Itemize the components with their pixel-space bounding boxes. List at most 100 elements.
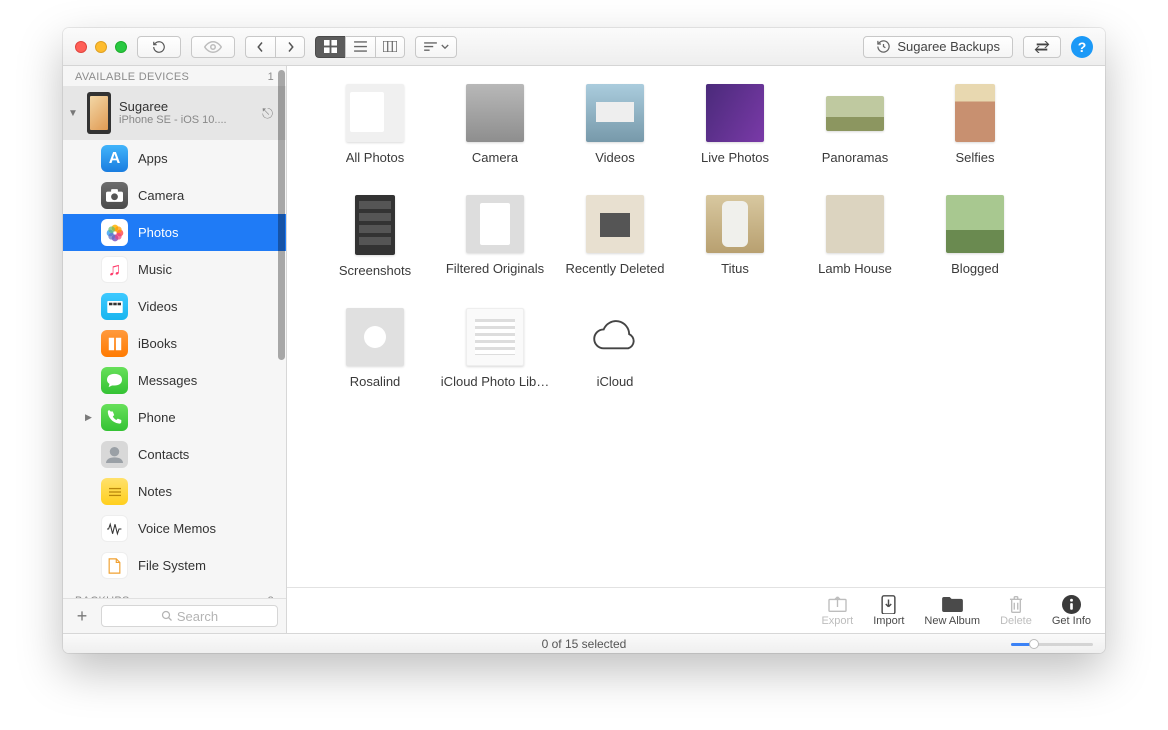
window-controls	[75, 41, 127, 53]
usb-icon: ⎋	[262, 105, 278, 122]
view-mode-group	[315, 36, 405, 58]
search-icon	[161, 610, 173, 622]
sidebar-item-photos[interactable]: Photos	[63, 214, 286, 251]
grid-icon	[324, 40, 337, 53]
transfer-button[interactable]	[1023, 36, 1061, 58]
disclosure-triangle-icon[interactable]: ▼	[67, 108, 79, 119]
sidebar-item-camera[interactable]: Camera	[63, 177, 286, 214]
sidebar-item-notes[interactable]: Notes	[63, 473, 286, 510]
disclosure-triangle-icon[interactable]: ▶	[85, 412, 92, 423]
album-item[interactable]: All Photos	[315, 84, 435, 165]
sidebar-item-label: Camera	[138, 188, 184, 203]
sidebar-item-voice[interactable]: Voice Memos	[63, 510, 286, 547]
forward-button[interactable]	[275, 36, 305, 58]
album-label: Titus	[721, 261, 749, 276]
files-icon	[101, 552, 128, 579]
sidebar-item-ibooks[interactable]: iBooks	[63, 325, 286, 362]
main-pane: All Photos CameraVideosLive PhotosPanoram…	[287, 66, 1105, 633]
album-item[interactable]: Filtered Originals	[435, 195, 555, 278]
album-thumbnail	[466, 195, 524, 253]
folder-icon	[941, 596, 964, 613]
close-button[interactable]	[75, 41, 87, 53]
sidebar-item-videos[interactable]: Videos	[63, 288, 286, 325]
album-item[interactable]: Recently Deleted	[555, 195, 675, 278]
action-bar: Export Import New Album Delete Get Info	[287, 587, 1105, 633]
action-label: Import	[873, 615, 904, 627]
sidebar-section-devices: AVAILABLE DEVICES 1	[63, 66, 286, 86]
preview-button[interactable]	[191, 36, 235, 58]
album-item[interactable]: Lamb House	[795, 195, 915, 278]
album-item[interactable]: Camera	[435, 84, 555, 165]
get-info-button[interactable]: Get Info	[1052, 594, 1091, 627]
sidebar-item-label: Photos	[138, 225, 178, 240]
album-item[interactable]: Blogged	[915, 195, 1035, 278]
album-item[interactable]: Videos	[555, 84, 675, 165]
album-item[interactable]: Live Photos	[675, 84, 795, 165]
sidebar-item-label: Phone	[138, 410, 176, 425]
list-view-button[interactable]	[345, 36, 375, 58]
delete-button[interactable]: Delete	[1000, 594, 1032, 627]
zoom-slider[interactable]	[1011, 639, 1093, 649]
album-item[interactable]: Titus	[675, 195, 795, 278]
album-item[interactable]: Screenshots	[315, 195, 435, 278]
sidebar-item-files[interactable]: File System	[63, 547, 286, 584]
contacts-icon	[101, 441, 128, 468]
album-item[interactable]: iCloud Photo Lib…	[435, 308, 555, 389]
sidebar-item-phone[interactable]: ▶ Phone	[63, 399, 286, 436]
album-thumbnail	[466, 308, 524, 366]
album-item[interactable]: Selfies	[915, 84, 1035, 165]
sidebar-item-label: Music	[138, 262, 172, 277]
album-item[interactable]: Panoramas	[795, 84, 915, 165]
new-album-button[interactable]: New Album	[924, 594, 980, 627]
arrange-icon	[424, 42, 437, 52]
action-label: Get Info	[1052, 615, 1091, 627]
zoom-slider-knob[interactable]	[1029, 639, 1039, 649]
album-item[interactable]: iCloud	[555, 308, 675, 389]
export-icon	[827, 596, 848, 613]
back-button[interactable]	[245, 36, 275, 58]
messages-icon	[101, 367, 128, 394]
sidebar-item-contacts[interactable]: Contacts	[63, 436, 286, 473]
album-thumbnail	[466, 84, 524, 142]
arrange-button[interactable]	[415, 36, 457, 58]
import-icon	[880, 594, 897, 614]
phone-icon	[101, 404, 128, 431]
sidebar-item-messages[interactable]: Messages	[63, 362, 286, 399]
apps-icon: A	[101, 145, 128, 172]
sidebar-scrollbar-thumb[interactable]	[278, 70, 285, 360]
search-input[interactable]: Search	[101, 605, 278, 627]
history-icon	[876, 39, 891, 54]
action-label: Delete	[1000, 615, 1032, 627]
zoom-button[interactable]	[115, 41, 127, 53]
info-icon	[1062, 595, 1081, 614]
list-icon	[354, 41, 367, 52]
album-item[interactable]: Rosalind	[315, 308, 435, 389]
album-thumbnail	[946, 195, 1004, 253]
add-button[interactable]: +	[71, 605, 93, 627]
sidebar-section-label: BACKUPS	[75, 595, 130, 598]
export-button[interactable]: Export	[821, 594, 853, 627]
album-thumbnail	[706, 84, 764, 142]
backups-button[interactable]: Sugaree Backups	[863, 36, 1013, 58]
transfer-icon	[1033, 41, 1051, 53]
sidebar-section-backups: BACKUPS 3	[63, 590, 286, 598]
device-row[interactable]: ▼ Sugaree iPhone SE - iOS 10.... ⎋	[63, 86, 286, 140]
icon-view-button[interactable]	[315, 36, 345, 58]
sidebar-item-apps[interactable]: AApps	[63, 140, 286, 177]
column-view-button[interactable]	[375, 36, 405, 58]
device-subtitle: iPhone SE - iOS 10....	[119, 114, 254, 126]
import-button[interactable]: Import	[873, 594, 904, 627]
videos-icon	[101, 293, 128, 320]
sidebar-item-label: iBooks	[138, 336, 177, 351]
album-label: All Photos	[346, 150, 405, 165]
eye-icon	[204, 41, 222, 53]
refresh-icon	[152, 40, 166, 54]
device-thumbnail	[87, 92, 111, 134]
sidebar-scrollbar[interactable]	[278, 70, 285, 594]
help-button[interactable]: ?	[1071, 36, 1093, 58]
minimize-button[interactable]	[95, 41, 107, 53]
sidebar-item-label: Messages	[138, 373, 197, 388]
sidebar-item-music[interactable]: ♫Music	[63, 251, 286, 288]
sidebar-section-count: 3	[268, 595, 274, 598]
refresh-button[interactable]	[137, 36, 181, 58]
